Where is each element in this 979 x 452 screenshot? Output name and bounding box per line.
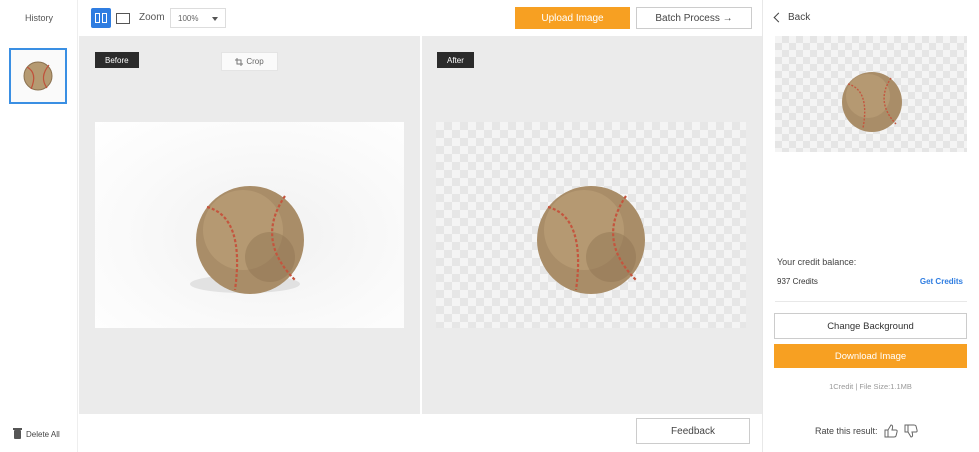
split-view-button[interactable]	[91, 8, 111, 28]
feedback-button[interactable]: Feedback	[636, 418, 750, 444]
split-view-icon	[95, 13, 107, 23]
upload-image-button[interactable]: Upload Image	[515, 7, 630, 29]
thumbs-up-icon[interactable]	[884, 424, 898, 438]
batch-process-button[interactable]: Batch Process →	[636, 7, 752, 29]
history-thumbnail[interactable]	[9, 48, 67, 104]
before-panel: Before Crop	[79, 36, 420, 414]
zoom-value: 100%	[178, 14, 199, 23]
download-image-button[interactable]: Download Image	[774, 344, 967, 368]
result-sidebar: Back Your credit balance: 937 Credits Ge…	[762, 0, 979, 452]
result-image	[436, 122, 746, 328]
credit-balance-label: Your credit balance:	[777, 257, 857, 267]
before-tag: Before	[95, 52, 139, 68]
rate-result: Rate this result:	[815, 424, 918, 438]
crop-button[interactable]: Crop	[221, 52, 278, 71]
crop-icon	[235, 57, 244, 66]
chevron-down-icon	[212, 17, 218, 21]
history-sidebar: History Delete All	[0, 0, 78, 452]
zoom-label: Zoom	[139, 12, 165, 23]
back-button[interactable]: Back	[773, 12, 811, 23]
toolbar: Zoom 100% Upload Image Batch Process →	[78, 0, 762, 36]
trash-icon	[13, 428, 22, 439]
change-background-button[interactable]: Change Background	[774, 313, 967, 339]
history-title: History	[24, 13, 53, 23]
credit-balance-value: 937 Credits	[777, 277, 818, 286]
baseball-thumbnail-image	[23, 61, 53, 91]
divider	[775, 301, 967, 302]
back-label: Back	[788, 12, 811, 23]
original-image	[95, 122, 404, 328]
after-tag: After	[437, 52, 474, 68]
file-info: 1Credit | File Size:1.1MB	[829, 382, 912, 391]
zoom-select[interactable]: 100%	[170, 8, 226, 28]
single-view-button[interactable]	[113, 8, 133, 28]
crop-label: Crop	[246, 57, 264, 66]
single-view-icon	[116, 12, 130, 24]
chevron-left-icon	[773, 12, 784, 23]
rate-label: Rate this result:	[815, 426, 878, 436]
result-preview	[775, 36, 967, 152]
after-panel: After	[422, 36, 762, 414]
delete-all-button[interactable]: Delete All	[13, 428, 60, 439]
thumbs-down-icon[interactable]	[904, 424, 918, 438]
get-credits-link[interactable]: Get Credits	[920, 277, 963, 286]
delete-all-label: Delete All	[26, 430, 60, 439]
